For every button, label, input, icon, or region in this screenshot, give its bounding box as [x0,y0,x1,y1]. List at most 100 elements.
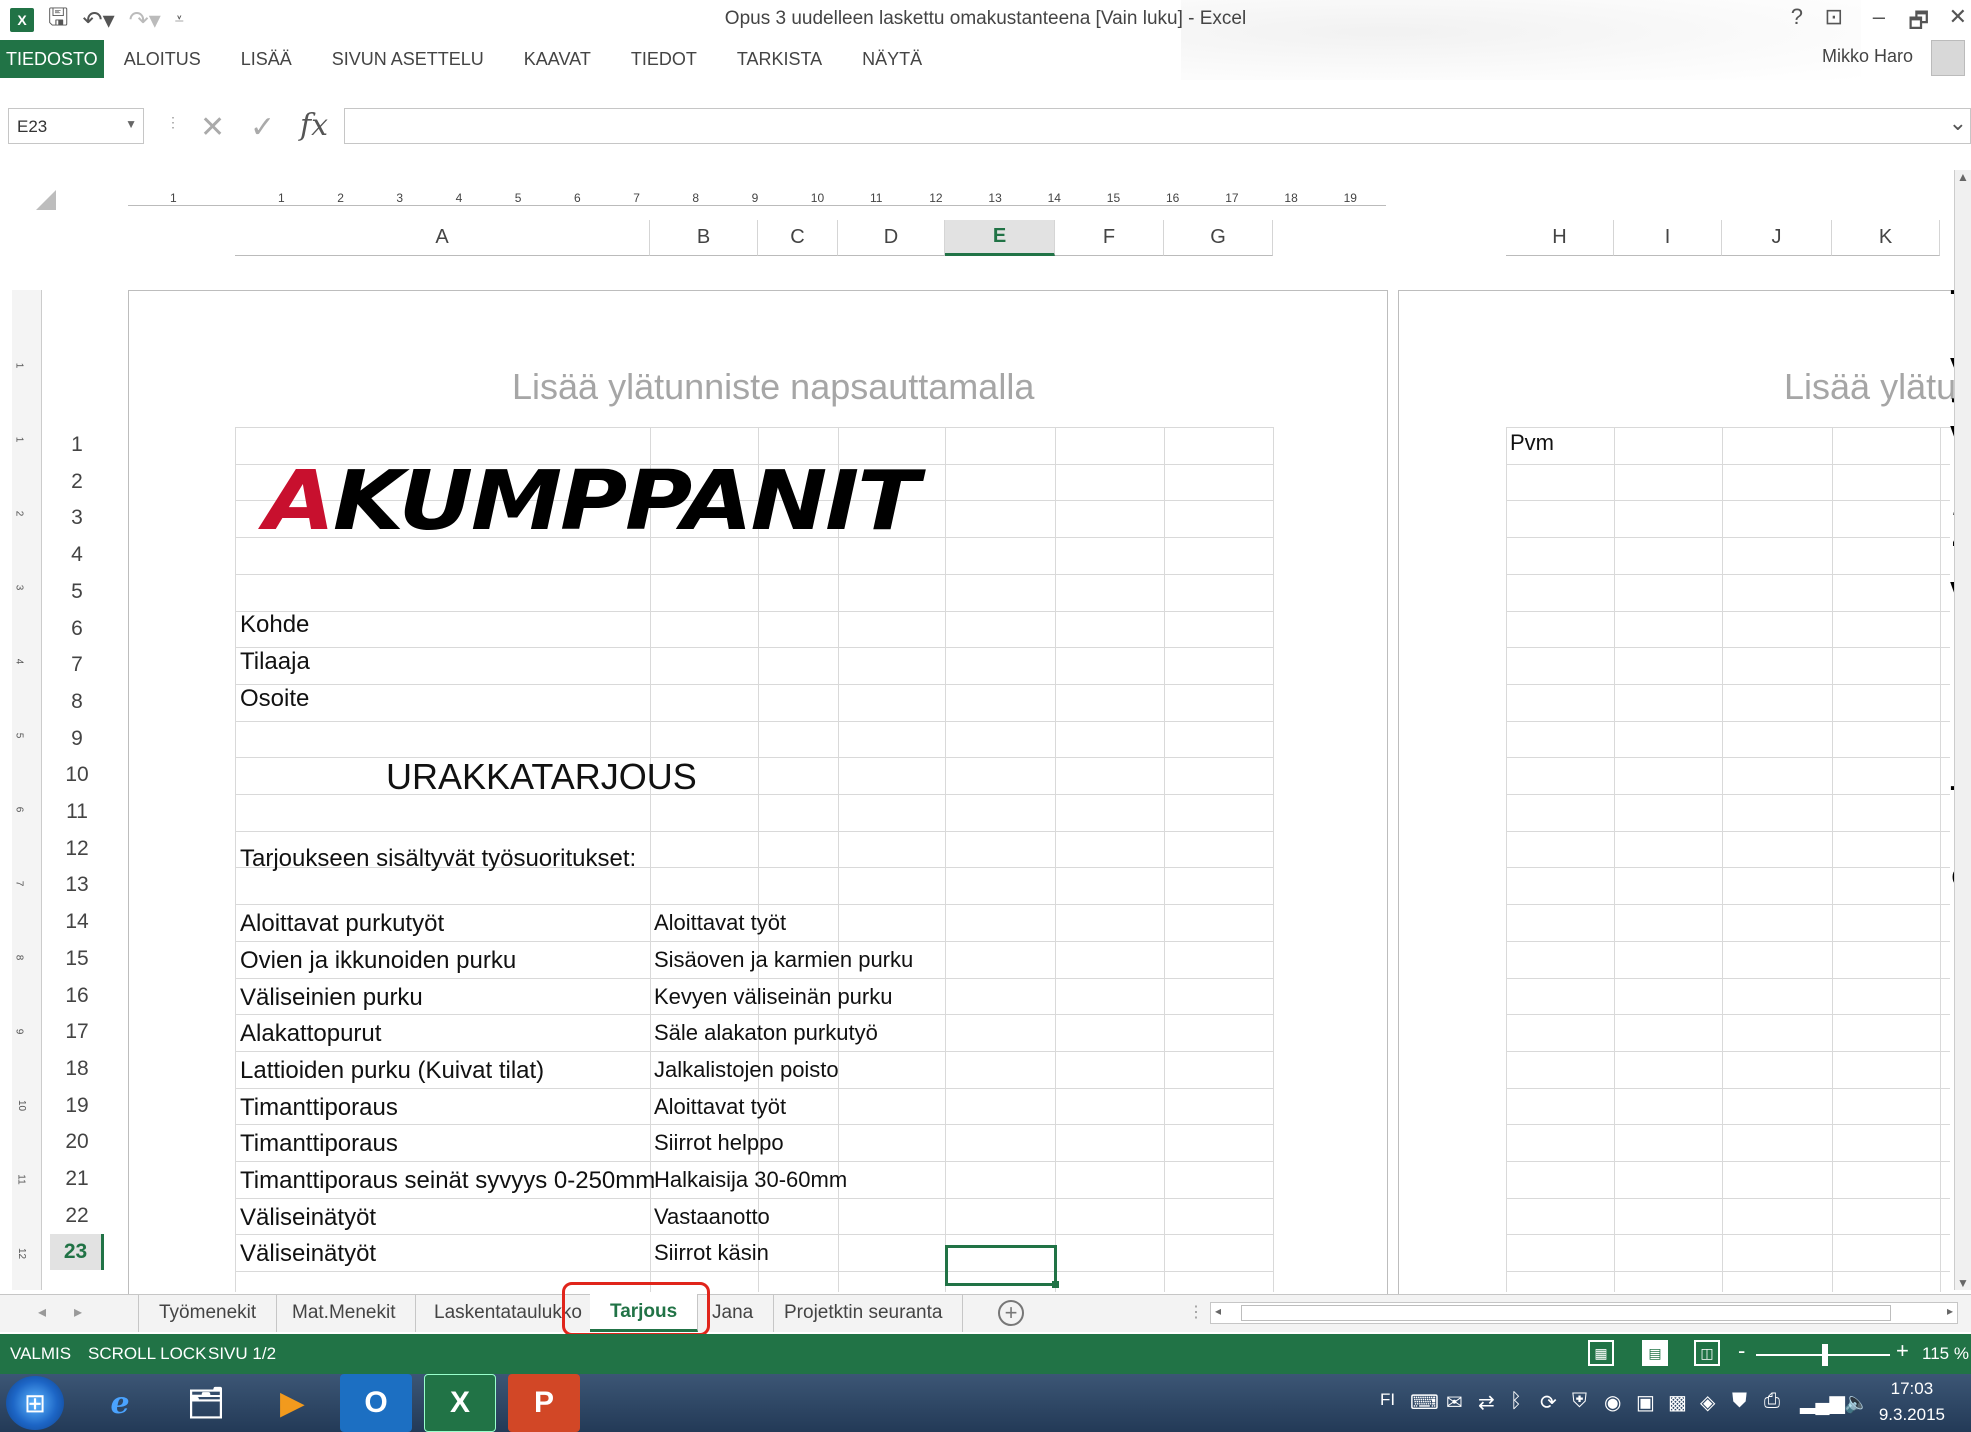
zoom-out-button[interactable]: - [1738,1338,1745,1364]
row-header-14[interactable]: 14 [50,904,104,940]
enter-icon[interactable]: ✓ [250,110,275,145]
volume-icon[interactable]: 🔈 [1844,1390,1869,1415]
row-header-16[interactable]: 16 [50,978,104,1014]
cell-b16[interactable]: Kevyen väliseinän purku [654,984,892,1010]
tray-sync-icon[interactable]: ⇄ [1478,1390,1495,1415]
normal-view-icon[interactable]: ▦ [1588,1340,1614,1366]
insert-function-icon[interactable]: fx [300,108,328,143]
internet-explorer-icon[interactable]: e [84,1374,156,1432]
user-name[interactable]: Mikko Haro [1822,46,1913,67]
tab-home[interactable]: ALOITUS [104,40,221,78]
start-button[interactable]: ⊞ [6,1376,64,1430]
file-explorer-icon[interactable]: 🗂 [170,1374,242,1432]
page-header-placeholder[interactable]: Lisää ylätunniste napsauttamalla [512,366,1034,408]
tab-view[interactable]: NÄYTÄ [842,40,942,78]
cell-a19[interactable]: Timanttiporaus [240,1094,398,1122]
scroll-right-icon[interactable]: ▸ [1947,1304,1953,1318]
tray-monitor-icon[interactable]: ▣ [1636,1390,1655,1415]
row-header-4[interactable]: 4 [50,537,104,573]
help-icon[interactable]: ? [1791,4,1803,30]
horizontal-scroll-thumb[interactable] [1241,1305,1891,1321]
tab-review[interactable]: TARKISTA [717,40,842,78]
sheet-tab-projetktin-seuranta[interactable]: Projetktin seuranta [764,1294,964,1332]
cell-a17[interactable]: Alakattopurut [240,1020,381,1048]
horizontal-scrollbar[interactable]: ◂ ▸ [1210,1302,1958,1324]
cell-pvm[interactable]: Pvm [1510,430,1554,456]
column-header-d[interactable]: D [838,220,945,256]
cell-a14[interactable]: Aloittavat purkutyöt [240,910,444,938]
tray-app2-icon[interactable]: ◈ [1700,1390,1715,1415]
row-header-23[interactable]: 23 [50,1234,104,1270]
row-header-13[interactable]: 13 [50,867,104,903]
outlook-icon[interactable]: O [340,1374,412,1432]
column-header-b[interactable]: B [650,220,758,256]
name-box[interactable]: E23 ▼ [8,108,144,144]
tray-security-icon[interactable]: ⛨ [1572,1390,1587,1413]
add-sheet-icon[interactable]: + [998,1300,1024,1326]
row-header-15[interactable]: 15 [50,941,104,977]
sheet-tab-mat-menekit[interactable]: Mat.Menekit [272,1294,417,1332]
row-header-21[interactable]: 21 [50,1161,104,1197]
column-header-g[interactable]: G [1164,220,1273,256]
scroll-left-icon[interactable]: ◂ [1215,1304,1221,1318]
cell-a22[interactable]: Väliseinätyöt [240,1204,376,1232]
column-header-a[interactable]: A [235,220,650,256]
chevron-down-icon[interactable]: ▼ [125,117,137,131]
tray-device-icon[interactable]: ⎙ [1764,1390,1780,1413]
cell-a18[interactable]: Lattioiden purku (Kuivat tilat) [240,1057,544,1085]
maximize-icon[interactable]: 🗗 [1908,4,1929,42]
language-indicator[interactable]: FI [1380,1390,1395,1410]
row-header-18[interactable]: 18 [50,1051,104,1087]
cell-b17[interactable]: Säle alakaton purkutyö [654,1020,878,1046]
signal-icon[interactable]: ▂▄▆ [1800,1390,1845,1415]
column-header-i[interactable]: I [1614,220,1722,256]
expand-formula-bar-icon[interactable]: ⌄ [1949,110,1967,136]
user-avatar[interactable] [1931,40,1965,76]
cell-a21[interactable]: Timanttiporaus seinät syvyys 0-250mm [240,1167,655,1195]
row-header-17[interactable]: 17 [50,1014,104,1050]
selected-cell-e23[interactable] [945,1245,1059,1288]
sheet-tab-tyomenekit[interactable]: Työmenekit [138,1294,278,1332]
column-header-e[interactable]: E [945,220,1055,256]
cell-b21[interactable]: Halkaisija 30-60mm [654,1167,847,1193]
tray-shield-icon[interactable]: ⛊ [1732,1390,1747,1413]
column-header-c[interactable]: C [758,220,838,256]
cell-a23[interactable]: Väliseinätyöt [240,1240,376,1268]
tray-outlook-icon[interactable]: ✉ [1446,1390,1463,1415]
select-all-button[interactable] [36,190,56,210]
row-header-5[interactable]: 5 [50,574,104,610]
vertical-scrollbar[interactable]: ▲ ▼ [1954,170,1971,1290]
cell-kohde[interactable]: Kohde [240,611,309,639]
media-player-icon[interactable]: ▶ [256,1374,328,1432]
tab-insert[interactable]: LISÄÄ [221,40,312,78]
row-header-9[interactable]: 9 [50,721,104,757]
cell-osoite[interactable]: Osoite [240,685,309,713]
row-header-6[interactable]: 6 [50,611,104,647]
row-header-12[interactable]: 12 [50,831,104,867]
powerpoint-icon[interactable]: P [508,1374,580,1432]
row-header-19[interactable]: 19 [50,1088,104,1124]
cell-b19[interactable]: Aloittavat työt [654,1094,786,1120]
column-header-h[interactable]: H [1506,220,1614,256]
cell-b18[interactable]: Jalkalistojen poisto [654,1057,839,1083]
tab-file[interactable]: TIEDOSTO [0,40,104,78]
zoom-slider-thumb[interactable] [1822,1344,1828,1366]
cell-b23[interactable]: Siirrot käsin [654,1240,769,1266]
cell-b15[interactable]: Sisäoven ja karmien purku [654,947,913,973]
page-break-view-icon[interactable]: ◫ [1694,1340,1720,1366]
keyboard-icon[interactable]: ⌨ [1410,1390,1439,1415]
minimize-icon[interactable]: – [1873,4,1885,30]
formula-input[interactable] [344,108,1971,144]
cell-tilaaja[interactable]: Tilaaja [240,648,310,676]
tray-network-app-icon[interactable]: ◉ [1604,1390,1621,1415]
cell-urakkatarjous[interactable]: URAKKATARJOUS [386,756,697,798]
close-icon[interactable]: ✕ [1949,4,1967,30]
row-header-3[interactable]: 3 [50,500,104,536]
ribbon-display-options-icon[interactable]: ⊡ [1825,4,1843,30]
cell-a16[interactable]: Väliseinien purku [240,984,423,1012]
row-header-7[interactable]: 7 [50,647,104,683]
tray-update-icon[interactable]: ⟳ [1540,1390,1557,1415]
zoom-in-button[interactable]: + [1896,1338,1909,1364]
column-header-j[interactable]: J [1722,220,1832,256]
cell-b20[interactable]: Siirrot helppo [654,1130,784,1156]
